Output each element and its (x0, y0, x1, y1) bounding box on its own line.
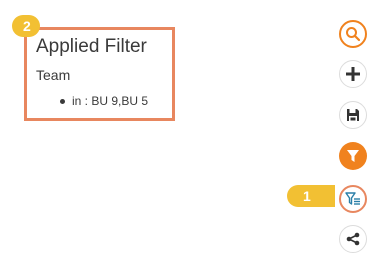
add-button[interactable] (339, 60, 367, 88)
dashboard-view: Applied Filter Team in : BU 9,BU 5 2 1 (0, 0, 370, 253)
step-1-number: 1 (303, 188, 311, 204)
applied-filter-panel: Applied Filter Team in : BU 9,BU 5 (24, 27, 175, 121)
share-button[interactable] (339, 225, 367, 253)
bullet-icon (60, 98, 65, 104)
save-button[interactable] (339, 101, 367, 129)
step-1-callout: 1 (287, 185, 335, 207)
step-2-callout: 2 (12, 15, 40, 37)
applied-filter-button[interactable] (339, 185, 367, 213)
filter-field-name: Team (36, 67, 71, 83)
step-2-number: 2 (23, 18, 31, 34)
applied-filter-icon (345, 192, 360, 205)
search-icon (346, 27, 361, 42)
share-icon (346, 232, 360, 246)
filter-value-item: in : BU 9,BU 5 (60, 94, 148, 108)
plus-icon (346, 67, 360, 81)
applied-filter-title: Applied Filter (36, 36, 147, 57)
filter-value-text: in : BU 9,BU 5 (72, 94, 149, 108)
filter-button[interactable] (339, 142, 367, 170)
filter-icon (347, 150, 359, 162)
save-icon (347, 109, 359, 121)
search-button[interactable] (339, 20, 367, 48)
